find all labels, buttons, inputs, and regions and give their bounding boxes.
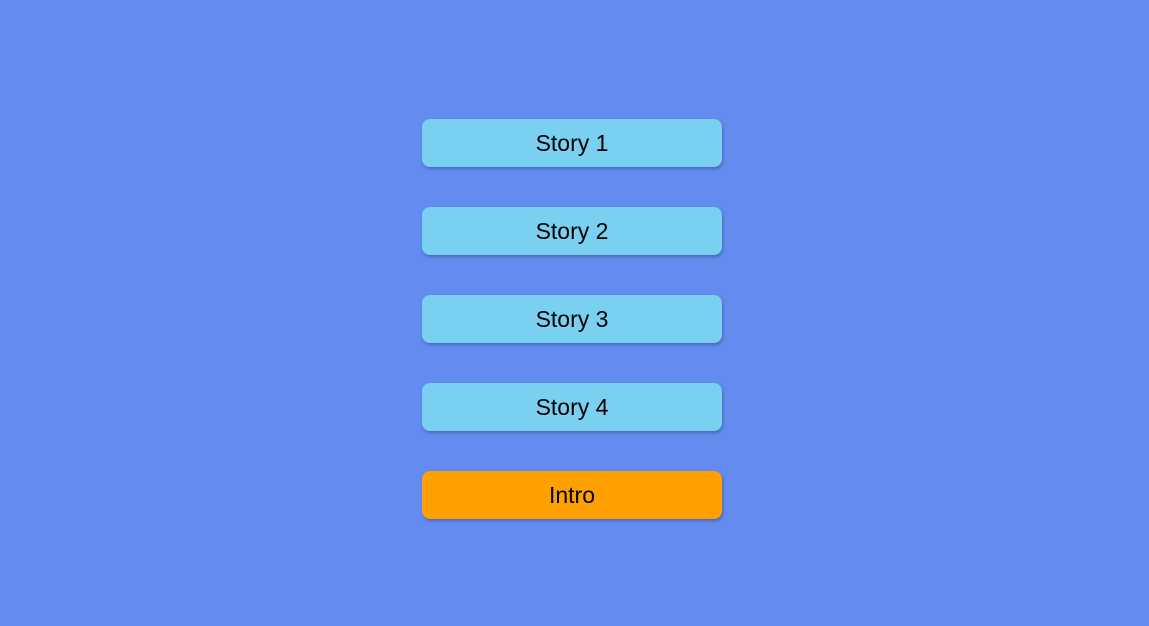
story-3-button[interactable]: Story 3 bbox=[422, 295, 722, 343]
intro-button[interactable]: Intro bbox=[422, 471, 722, 519]
story-menu-page: { "colors": { "background": "#648cf0", "… bbox=[0, 0, 1149, 626]
story-menu: Story 1 Story 2 Story 3 Story 4 Intro bbox=[422, 119, 722, 519]
story-1-button[interactable]: Story 1 bbox=[422, 119, 722, 167]
story-4-button[interactable]: Story 4 bbox=[422, 383, 722, 431]
story-2-button[interactable]: Story 2 bbox=[422, 207, 722, 255]
